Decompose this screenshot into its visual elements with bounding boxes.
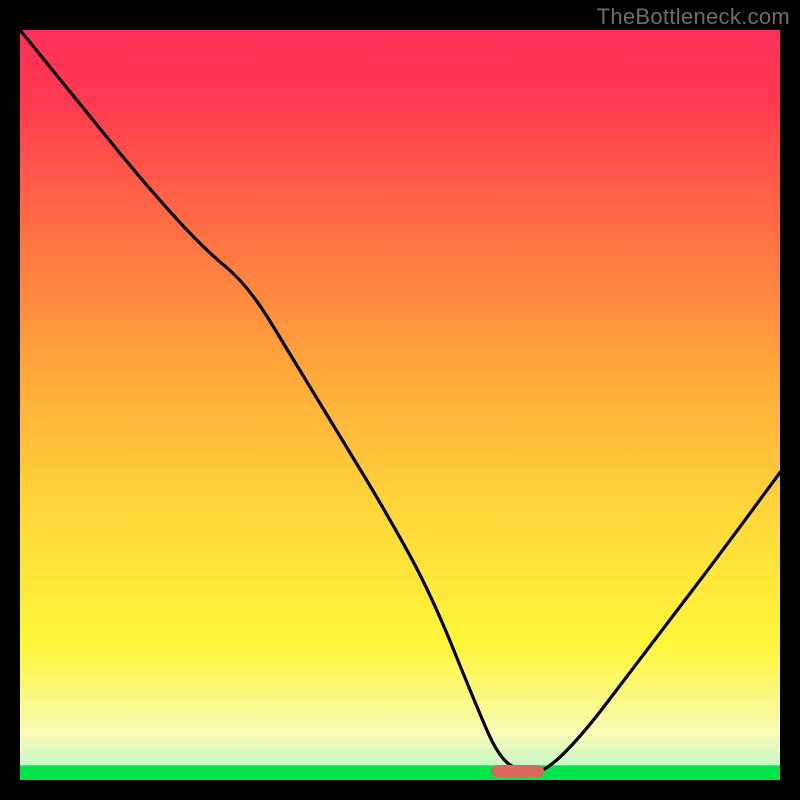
optimal-range-marker <box>491 765 544 777</box>
bottleneck-curve <box>20 30 780 773</box>
chart-frame: TheBottleneck.com <box>0 0 800 800</box>
plot-area <box>20 30 780 780</box>
curve-svg <box>20 30 780 780</box>
watermark-text: TheBottleneck.com <box>597 4 790 30</box>
